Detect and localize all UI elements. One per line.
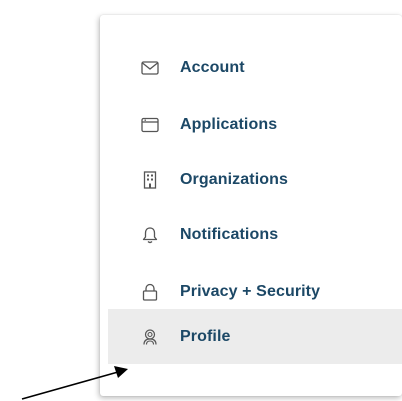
menu-item-label: Profile	[180, 327, 231, 345]
building-icon	[140, 170, 160, 190]
bell-icon	[140, 225, 160, 245]
window-icon	[140, 115, 160, 135]
menu-item-applications[interactable]: Applications	[108, 97, 402, 152]
lock-icon	[140, 282, 160, 302]
screenshot-stage: Account Applications Organizations Notif…	[0, 0, 402, 401]
menu-item-label: Privacy + Security	[180, 282, 321, 300]
menu-item-label: Applications	[180, 115, 278, 133]
menu-item-label: Account	[180, 58, 245, 76]
menu-item-account[interactable]: Account	[108, 40, 402, 95]
menu-item-label: Notifications	[180, 225, 279, 243]
menu-item-notifications[interactable]: Notifications	[108, 207, 402, 262]
menu-item-organizations[interactable]: Organizations	[108, 152, 402, 207]
profile-icon	[140, 327, 160, 347]
account-settings-menu: Account Applications Organizations Notif…	[100, 15, 402, 396]
menu-item-profile[interactable]: Profile	[108, 309, 402, 364]
menu-item-label: Organizations	[180, 170, 288, 188]
envelope-icon	[140, 58, 160, 78]
